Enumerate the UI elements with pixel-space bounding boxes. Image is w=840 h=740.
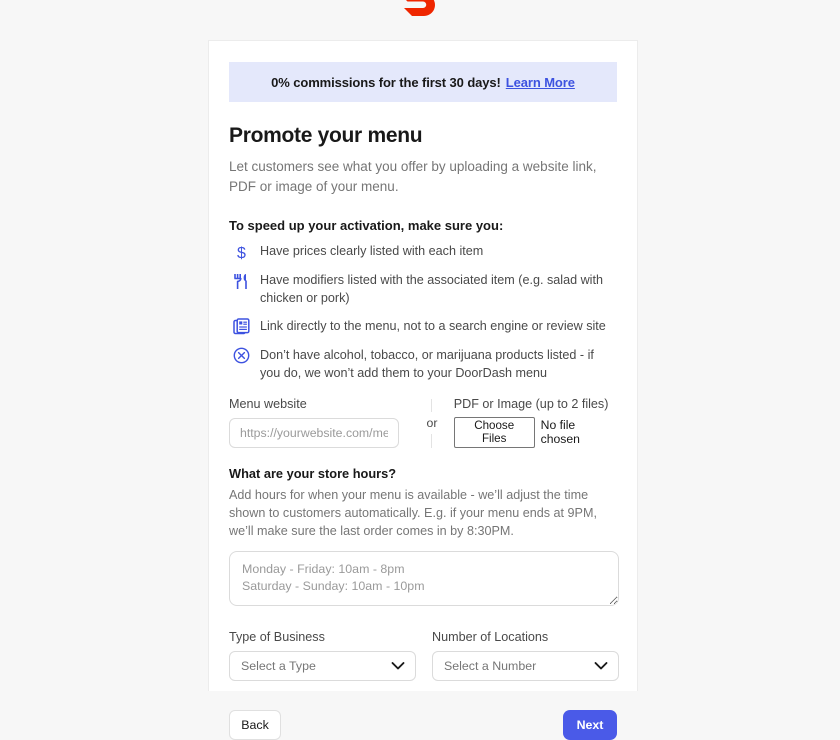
checklist-item-text: Link directly to the menu, not to a sear…: [260, 318, 606, 333]
chevron-down-icon: [594, 662, 608, 671]
locations-value: Select a Number: [444, 659, 537, 674]
back-button[interactable]: Back: [229, 710, 281, 740]
page-subtitle: Let customers see what you offer by uplo…: [229, 159, 597, 194]
checklist-item: Have modifiers listed with the associate…: [229, 271, 617, 308]
menu-website-group: Menu website: [229, 397, 410, 448]
checklist-item-text: Have prices clearly listed with each ite…: [260, 244, 484, 259]
circle-x-icon: [229, 346, 253, 366]
locations-label: Number of Locations: [432, 630, 549, 645]
file-input-row: Choose Files No file chosen: [453, 416, 617, 448]
locations-group: Number of Locations Select a Number: [432, 630, 619, 682]
menu-website-input[interactable]: [229, 417, 399, 448]
promo-banner: 0% commissions for the first 30 days! Le…: [229, 62, 617, 102]
promo-banner-text: 0% commissions for the first 30 days!: [271, 74, 501, 90]
checklist-item: $ Have prices clearly listed with each i…: [229, 242, 617, 262]
file-upload-label: PDF or Image (up to 2 files): [453, 396, 609, 411]
file-status-text: No file chosen: [540, 418, 580, 447]
locations-select[interactable]: Select a Number: [432, 651, 619, 682]
store-hours-description: Add hours for when your menu is availabl…: [229, 487, 597, 539]
checklist-item-text: Have modifiers listed with the associate…: [260, 273, 603, 305]
store-hours-heading: What are your store hours?: [229, 465, 397, 481]
footer-button-row: Back Next: [229, 710, 617, 740]
checklist: $ Have prices clearly listed with each i…: [229, 242, 617, 383]
checklist-item: Link directly to the menu, not to a sear…: [229, 317, 617, 337]
business-type-select[interactable]: Select a Type: [229, 651, 416, 682]
or-divider: or: [410, 397, 454, 448]
business-type-label: Type of Business: [229, 630, 325, 645]
doordash-logo: [404, 0, 435, 16]
or-divider-line-top: [431, 398, 433, 413]
checklist-item-text: Don’t have alcohol, tobacco, or marijuan…: [260, 347, 594, 380]
next-button[interactable]: Next: [563, 710, 617, 740]
selects-row: Type of Business Select a Type Number of…: [229, 630, 619, 682]
or-divider-line-bottom: [431, 434, 433, 448]
svg-text:$: $: [237, 245, 246, 261]
chevron-down-icon: [391, 662, 405, 671]
checklist-heading: To speed up your activation, make sure y…: [229, 218, 504, 234]
menu-website-label: Menu website: [229, 396, 307, 411]
or-divider-label: or: [426, 416, 438, 431]
menu-document-icon: [229, 317, 253, 337]
header-logo-strip: [0, 0, 840, 40]
learn-more-link[interactable]: Learn More: [506, 75, 575, 90]
menu-source-row: Menu website or PDF or Image (up to 2 fi…: [229, 397, 617, 448]
onboarding-card: 0% commissions for the first 30 days! Le…: [208, 40, 638, 740]
dollar-sign-icon: $: [229, 242, 253, 262]
choose-files-button[interactable]: Choose Files: [453, 416, 535, 448]
store-hours-textarea[interactable]: [229, 551, 619, 607]
checklist-item: Don’t have alcohol, tobacco, or marijuan…: [229, 346, 617, 383]
file-upload-group: PDF or Image (up to 2 files) Choose File…: [453, 396, 617, 448]
business-type-group: Type of Business Select a Type: [229, 630, 416, 682]
fork-knife-icon: [229, 271, 253, 291]
business-type-value: Select a Type: [241, 659, 316, 674]
page-title: Promote your menu: [229, 124, 423, 147]
